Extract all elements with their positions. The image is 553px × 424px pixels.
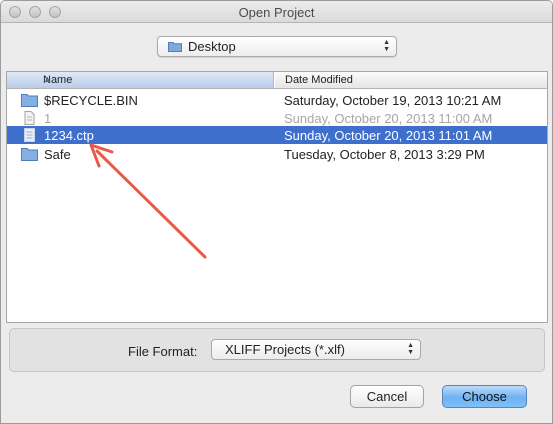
file-date: Tuesday, October 8, 2013 3:29 PM (284, 147, 485, 162)
file-date: Sunday, October 20, 2013 11:00 AM (284, 111, 493, 126)
choose-button[interactable]: Choose (442, 385, 527, 408)
column-header-name[interactable]: Name ▲ (7, 72, 274, 88)
title-bar: Open Project (1, 1, 552, 23)
cancel-button[interactable]: Cancel (350, 385, 424, 408)
location-label: Desktop (188, 39, 236, 54)
file-name: 1 (44, 111, 52, 126)
sort-ascending-icon: ▲ (43, 74, 52, 84)
table-row[interactable]: $RECYCLE.BIN Saturday, October 19, 2013 … (7, 91, 547, 109)
document-icon (24, 111, 35, 125)
file-browser[interactable]: Name ▲ Date Modified $RECYCLE.BIN Saturd… (6, 71, 548, 323)
folder-icon (21, 148, 38, 161)
file-name: $RECYCLE.BIN (44, 93, 138, 108)
open-project-dialog: Open Project Desktop ▲ ▼ Name ▲ Date Modi… (0, 0, 553, 424)
file-name: 1234.ctp (44, 128, 94, 143)
folder-icon (168, 42, 182, 52)
table-row[interactable]: Safe Tuesday, October 8, 2013 3:29 PM (7, 145, 547, 163)
file-format-popup[interactable]: XLIFF Projects (*.xlf) ▲ ▼ (211, 339, 421, 360)
popup-arrows-icon: ▲ ▼ (383, 39, 390, 53)
column-header-date-modified[interactable]: Date Modified (274, 72, 549, 88)
file-format-value: XLIFF Projects (*.xlf) (225, 342, 345, 357)
location-popup[interactable]: Desktop ▲ ▼ (157, 36, 397, 57)
file-date: Sunday, October 20, 2013 11:01 AM (284, 128, 493, 143)
file-date: Saturday, October 19, 2013 10:21 AM (284, 93, 502, 108)
table-header: Name ▲ Date Modified (7, 72, 547, 89)
window-title: Open Project (238, 5, 315, 20)
folder-icon (21, 94, 38, 107)
document-icon (24, 128, 35, 142)
file-name: Safe (44, 147, 71, 162)
popup-arrows-icon: ▲ ▼ (407, 342, 414, 356)
table-row-selected[interactable]: 1234.ctp Sunday, October 20, 2013 11:01 … (7, 126, 547, 144)
file-format-label: File Format: (128, 344, 198, 359)
table-row: 1 Sunday, October 20, 2013 11:00 AM (7, 109, 547, 127)
